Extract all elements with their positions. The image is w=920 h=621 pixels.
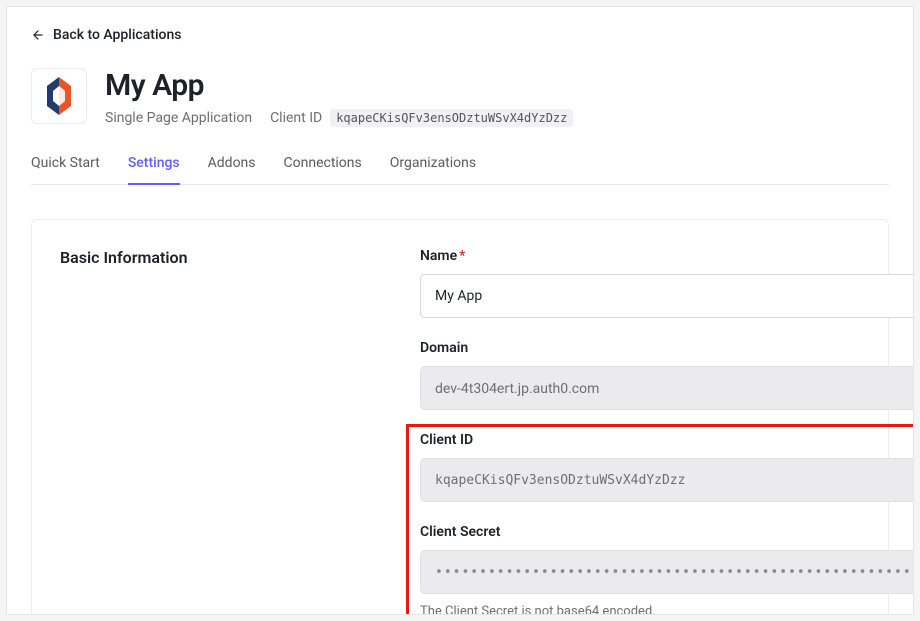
app-logo-icon bbox=[43, 77, 75, 115]
app-header: My App Single Page Application Client ID… bbox=[31, 68, 889, 127]
tab-addons[interactable]: Addons bbox=[208, 155, 256, 184]
section-title: Basic Information bbox=[60, 248, 380, 267]
back-to-applications-link[interactable]: Back to Applications bbox=[31, 27, 181, 43]
field-name: Name* bbox=[420, 248, 914, 318]
client-id-value: kqapeCKisQFv3ensODztuWSvX4dYzDzz bbox=[420, 458, 914, 502]
tab-connections[interactable]: Connections bbox=[284, 155, 362, 184]
tab-organizations[interactable]: Organizations bbox=[390, 155, 476, 184]
field-client-secret: Client Secret ••••••••••••••••••••••••••… bbox=[420, 524, 914, 615]
tabs: Quick Start Settings Addons Connections … bbox=[31, 155, 889, 185]
client-id-label: Client ID bbox=[420, 432, 914, 448]
back-label: Back to Applications bbox=[53, 27, 181, 43]
app-title: My App bbox=[105, 68, 573, 103]
client-id-inline-value: kqapeCKisQFv3ensODztuWSvX4dYzDzz bbox=[330, 109, 573, 127]
required-mark: * bbox=[459, 248, 465, 264]
app-settings-page: Back to Applications My App Single Page … bbox=[6, 6, 914, 615]
client-secret-label: Client Secret bbox=[420, 524, 914, 540]
app-type: Single Page Application bbox=[105, 110, 252, 126]
name-label: Name* bbox=[420, 248, 914, 264]
tab-quick-start[interactable]: Quick Start bbox=[31, 155, 100, 184]
domain-label: Domain bbox=[420, 340, 914, 356]
tab-settings[interactable]: Settings bbox=[128, 155, 180, 185]
app-logo bbox=[31, 68, 87, 124]
field-client-id: Client ID kqapeCKisQFv3ensODztuWSvX4dYzD… bbox=[420, 432, 914, 502]
name-input[interactable] bbox=[420, 274, 914, 318]
basic-info-card: Basic Information Name* Domain bbox=[31, 219, 889, 615]
client-id-inline-label: Client ID bbox=[270, 110, 322, 126]
client-secret-value: ••••••••••••••••••••••••••••••••••••••••… bbox=[420, 550, 914, 594]
client-secret-helper: The Client Secret is not base64 encoded. bbox=[420, 604, 914, 615]
field-domain: Domain dev-4t304ert.jp.auth0.com bbox=[420, 340, 914, 410]
arrow-left-icon bbox=[31, 28, 45, 42]
domain-value: dev-4t304ert.jp.auth0.com bbox=[420, 366, 914, 410]
